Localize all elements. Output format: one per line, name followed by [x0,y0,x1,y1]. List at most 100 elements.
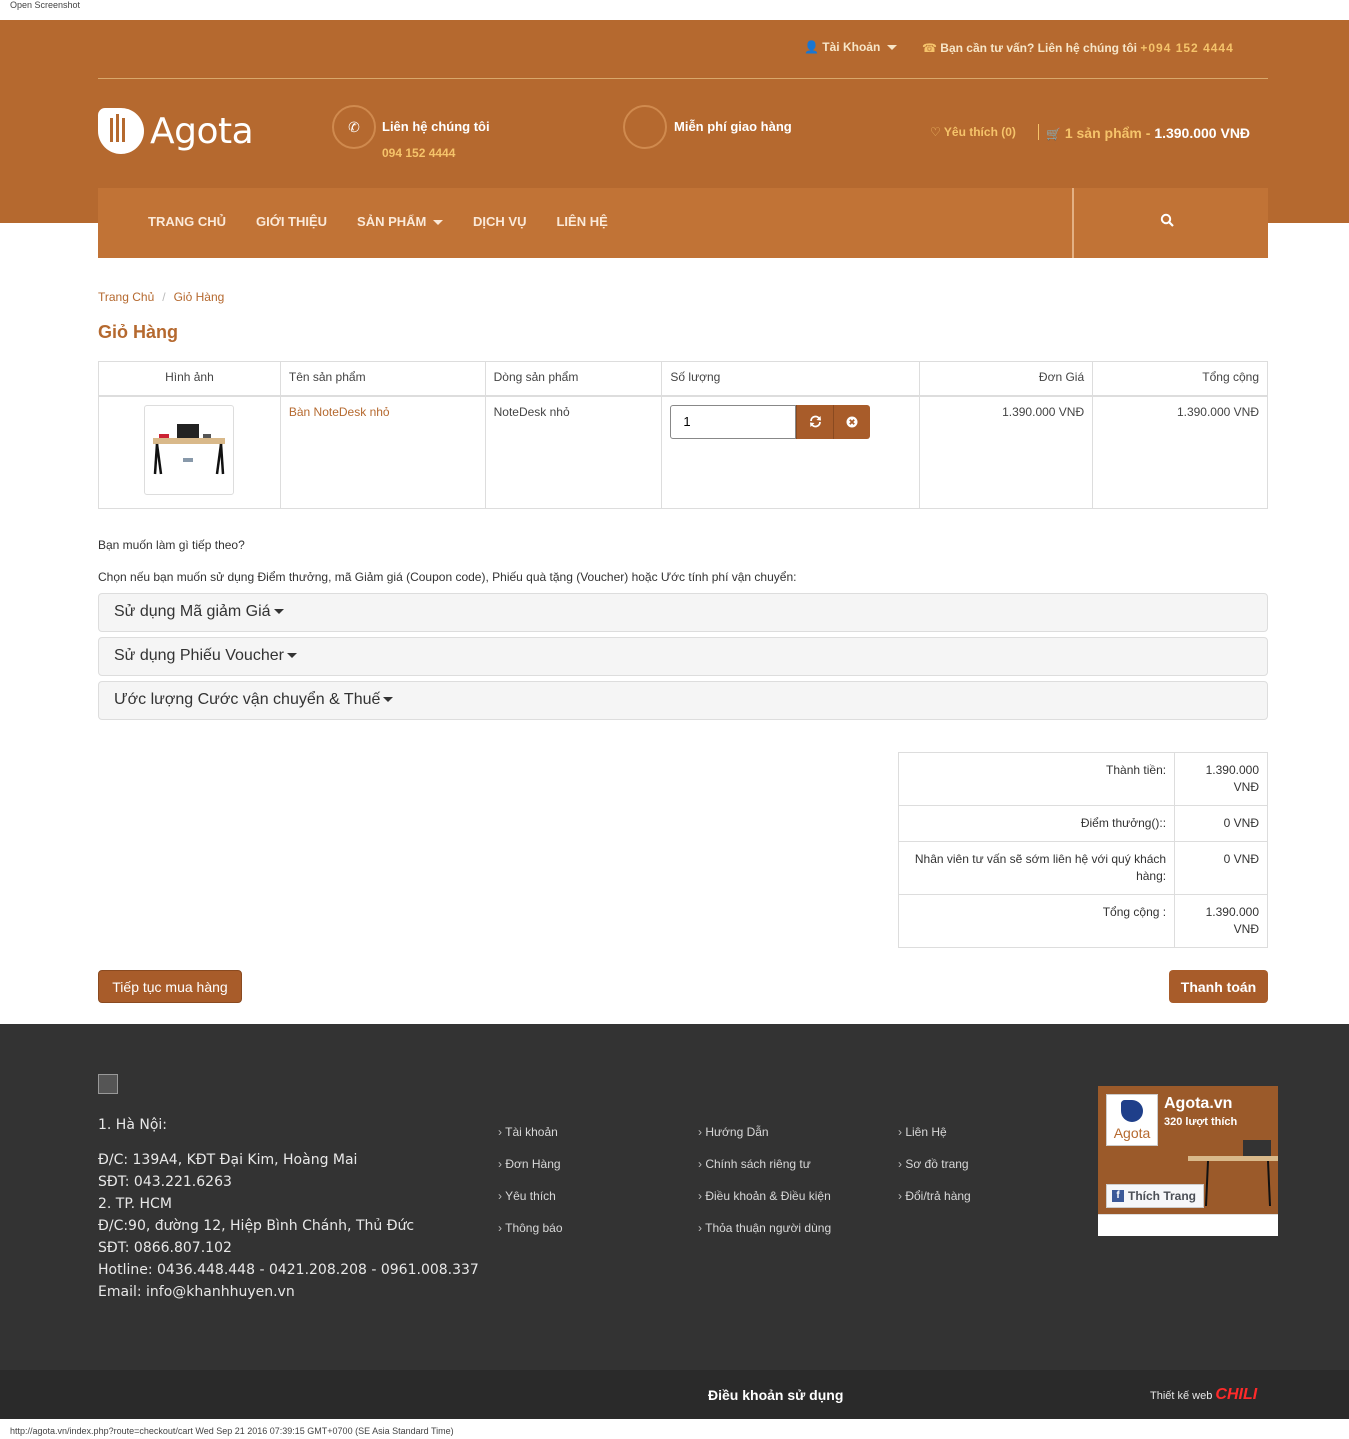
footer-link-terms[interactable]: Điều khoản & Điều kiện [698,1189,831,1203]
unit-price: 1.390.000 VNĐ [1002,404,1085,419]
quantity-input[interactable] [670,404,797,439]
cart-summary[interactable]: 🛒 1 sản phẩm - 1.390.000 VNĐ [1046,125,1250,141]
nav-divider [1072,188,1074,258]
product-model: NoteDesk nhỏ [493,404,570,419]
nav-item-products: SẢN PHẨM [357,214,427,229]
browser-status-bar: http://agota.vn/index.php?route=checkout… [10,1426,454,1436]
coupon-panel[interactable]: Sử dụng Mã giảm Giá [98,593,1268,632]
footer-link-orders[interactable]: Đơn Hàng [498,1157,561,1171]
nav-item-products-wrap[interactable]: SẢN PHẨM [357,214,444,229]
continue-shopping-button[interactable]: Tiếp tục mua hàng [98,970,242,1003]
breadcrumb-home[interactable]: Trang Chủ [98,290,154,304]
consult-value: 0 VNĐ [1174,841,1268,895]
remove-icon[interactable] [833,404,871,439]
cart-table: Hình ảnh Tên sản phẩm Dòng sản phẩm Số l… [98,361,1268,509]
contact-label: Liên hệ chúng tôi [382,119,490,134]
fb-page-name: Agota.vn [1164,1095,1233,1112]
fb-like-button[interactable]: f Thích Trang [1106,1184,1204,1208]
reward-value: 0 VNĐ [1174,805,1268,842]
shipping-circle-icon [623,105,667,149]
footer-link-guide[interactable]: Hướng Dẫn [698,1125,769,1139]
footer-link-returns[interactable]: Đổi/trả hàng [898,1189,971,1203]
chevron-down-icon [886,45,897,51]
footer-link-agreement[interactable]: Thỏa thuận người dùng [698,1221,831,1235]
advice-phone: +094 152 4444 [1140,41,1234,55]
shipping-panel[interactable]: Ước lượng Cước vận chuyển & Thuế [98,681,1268,720]
free-shipping-label: Miễn phí giao hàng [674,119,792,134]
subtotal-label: Thành tiền: [897,752,1176,806]
footer-link-privacy[interactable]: Chính sách riêng tư [698,1157,811,1171]
consult-label: Nhân viên tư vấn sẽ sớm liên hệ với quý … [897,841,1176,895]
fb-page-likes: 320 lượt thích [1164,1116,1238,1128]
logo-mark-icon [98,108,144,154]
footer-col-info: Hướng Dẫn Chính sách riêng tư Điều khoản… [698,1116,831,1244]
address-line: SĐT: 0866.807.102 [98,1240,232,1256]
product-thumbnail[interactable] [144,404,235,495]
search-icon[interactable] [1160,213,1176,229]
footer-link-contact[interactable]: Liên Hệ [898,1125,947,1139]
nav-item-services[interactable]: DỊCH VỤ [473,214,526,229]
screenshot-caption: Open Screenshot [10,0,81,10]
subtotal-value: 1.390.000 VNĐ [1174,752,1268,806]
choose-options-text: Chọn nếu bạn muốn sử dụng Điểm thưởng, m… [98,570,797,584]
voucher-panel[interactable]: Sử dụng Phiếu Voucher [98,637,1268,676]
facebook-page-widget[interactable]: Agota Agota.vn 320 lượt thích f Thích Tra… [1098,1086,1278,1236]
table-row: Nhân viên tư vấn sẽ sớm liên hệ với quý … [897,841,1268,895]
cart-total: 1.390.000 VNĐ [1154,125,1251,141]
terms-link[interactable]: Điều khoản sử dụng [708,1387,843,1403]
phone-icon: ☎ [922,41,937,55]
fb-like-label: Thích Trang [1128,1189,1197,1203]
footer-address: 1. Hà Nội: Đ/C: 139A4, KĐT Đại Kim, Hoàn… [98,1114,479,1303]
header-name: Tên sản phẩm [279,361,486,397]
address-line: 2. TP. HCM [98,1196,172,1212]
page-title: Giỏ Hàng [98,322,178,342]
account-menu[interactable]: 👤 Tài Khoản [804,40,897,54]
header-quantity: Số lượng [661,361,921,397]
address-line: 1. Hà Nội: [98,1117,168,1133]
address-line: SĐT: 043.221.6263 [98,1174,232,1190]
footer-link-sitemap[interactable]: Sơ đồ trang [898,1157,969,1171]
nav-item-contact[interactable]: LIÊN HỆ [556,214,607,229]
breadcrumb: Trang Chủ / Giỏ Hàng [98,290,225,304]
nav-menu: TRANG CHỦ GIỚI THIỆU SẢN PHẨM DỊCH VỤ LI… [148,214,608,229]
facebook-icon: f [1112,1190,1124,1202]
header-divider [1038,124,1039,140]
web-design-credit[interactable]: Thiết kế web CHILI [1150,1386,1257,1404]
quantity-group [670,404,871,439]
footer-logo-image [98,1074,118,1094]
totals-table: Thành tiền: 1.390.000 VNĐ Điểm thưởng()::… [897,752,1268,948]
footer-link-account[interactable]: Tài khoản [498,1125,558,1139]
address-line: Hotline: 0436.448.448 - 0421.208.208 - 0… [98,1262,479,1278]
nav-item-about[interactable]: GIỚI THIỆU [256,214,327,229]
checkout-button[interactable]: Thanh toán [1169,970,1268,1003]
footer-link-wishlist[interactable]: Yêu thích [498,1189,556,1203]
product-name-link[interactable]: Bàn NoteDesk nhỏ [289,405,390,419]
fb-logo-text: Agota [1113,1125,1151,1141]
refresh-icon[interactable] [796,404,834,439]
chevron-down-icon [273,609,284,615]
footer-link-notifications[interactable]: Thông báo [498,1221,563,1235]
cart-count: 1 sản phẩm - [1064,125,1155,141]
wishlist-label: Yêu thích (0) [943,125,1016,139]
nav-item-home[interactable]: TRANG CHỦ [148,214,226,229]
footer-col-support: Liên Hệ Sơ đồ trang Đổi/trả hàng [898,1116,971,1212]
reward-label: Điểm thưởng():: [897,805,1176,842]
address-line: Email: info@khanhhuyen.vn [98,1284,295,1300]
address-line: Đ/C: 139A4, KĐT Đại Kim, Hoàng Mai [98,1152,358,1168]
fb-scroll-strip[interactable] [1098,1214,1278,1236]
voucher-panel-title: Sử dụng Phiếu Voucher [114,647,284,664]
address-line: Đ/C:90, đường 12, Hiệp Bình Chánh, Thủ Đ… [98,1218,415,1234]
table-row: Điểm thưởng():: 0 VNĐ [897,805,1268,842]
site-logo[interactable]: Agota [98,108,254,154]
topbar-hotline: ☎ Bạn cần tư vấn? Liên hệ chúng tôi +094… [922,41,1234,55]
wishlist-link[interactable]: ♡ Yêu thích (0) [930,125,1016,139]
chevron-down-icon [286,653,297,659]
bottom-bar [0,1370,1349,1419]
table-row: Thành tiền: 1.390.000 VNĐ [897,752,1268,806]
table-row: Bàn NoteDesk nhỏ NoteDesk nhỏ 1.390.000 … [98,395,1268,509]
header-model: Dòng sản phẩm [484,361,663,397]
table-row: Tổng cộng :1.390.000 VNĐ [897,894,1268,948]
chili-logo: CHILI [1215,1386,1258,1403]
breadcrumb-cart[interactable]: Giỏ Hàng [174,290,225,304]
chevron-down-icon [433,220,444,226]
